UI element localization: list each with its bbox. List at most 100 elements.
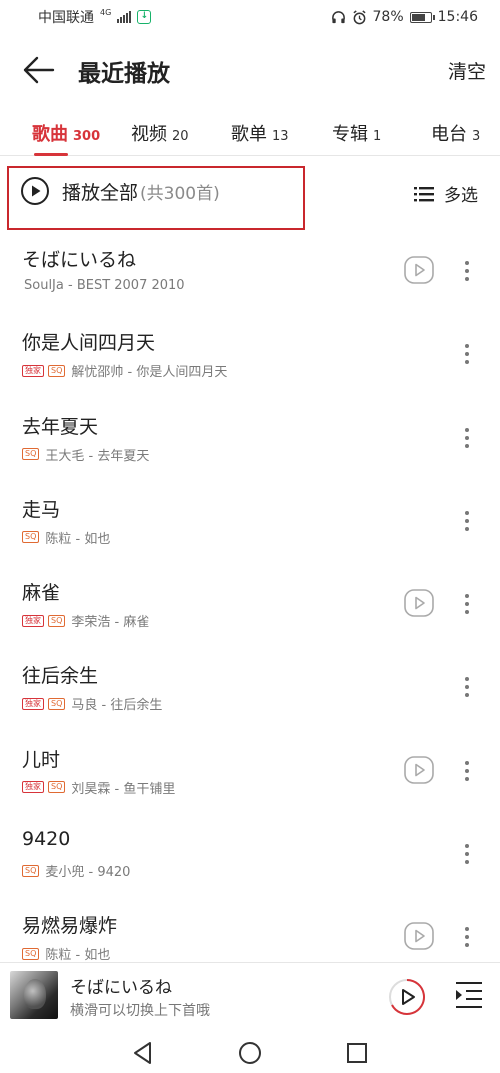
more-options-button[interactable] xyxy=(457,924,477,952)
song-item[interactable]: 走马 SQ 陈粒 - 如也 xyxy=(0,486,500,569)
navigation-bar xyxy=(0,1030,500,1073)
tab-bar: 歌曲 300 视频 20 歌单 13 专辑 1 电台 3 xyxy=(0,112,500,156)
page-title: 最近播放 xyxy=(78,61,170,87)
song-subtitle: 陈粒 - 如也 xyxy=(45,948,111,964)
more-options-button[interactable] xyxy=(457,425,477,453)
nav-home-button[interactable] xyxy=(237,1040,263,1070)
more-options-button[interactable] xyxy=(457,508,477,536)
song-meta: SQ 王大毛 - 去年夏天 xyxy=(22,445,149,464)
tab-videos[interactable]: 视频 20 xyxy=(131,120,189,146)
song-item[interactable]: 往后余生 独家 SQ 马良 - 往后余生 xyxy=(0,652,500,735)
song-item[interactable]: そばにいるね SoulJa - BEST 2007 2010 xyxy=(0,236,500,319)
tab-label: 视频 xyxy=(131,124,167,145)
now-playing-title: そばにいるね xyxy=(70,978,172,998)
signal-icon xyxy=(117,11,132,23)
sq-badge: SQ xyxy=(22,448,40,461)
song-subtitle: 解忧邵帅 - 你是人间四月天 xyxy=(71,365,228,381)
tab-count: 13 xyxy=(272,129,289,144)
song-subtitle: 马良 - 往后余生 xyxy=(71,698,163,714)
tab-songs[interactable]: 歌曲 300 xyxy=(32,120,100,146)
back-button[interactable] xyxy=(22,54,56,86)
tab-label: 专辑 xyxy=(332,124,368,145)
carrier-name: 中国联通 xyxy=(38,10,94,26)
dot xyxy=(465,427,469,432)
dot xyxy=(465,360,469,365)
song-subtitle: 王大毛 - 去年夏天 xyxy=(45,448,150,464)
mini-player[interactable]: そばにいるね 横滑可以切换上下首哦 xyxy=(0,962,500,1028)
song-meta: 独家 SQ 刘昊霖 - 鱼干铺里 xyxy=(22,778,175,797)
video-play-icon xyxy=(404,922,434,951)
album-art[interactable] xyxy=(10,971,58,1019)
exclusive-badge: 独家 xyxy=(22,364,44,377)
tab-label: 电台 xyxy=(431,124,467,145)
dot xyxy=(465,776,469,781)
song-title: 去年夏天 xyxy=(22,415,99,438)
more-options-button[interactable] xyxy=(457,591,477,619)
sq-badge: SQ xyxy=(48,781,66,794)
song-subtitle: 麦小兜 - 9420 xyxy=(45,865,131,881)
list-icon xyxy=(414,186,434,201)
more-options-button[interactable] xyxy=(457,758,477,786)
video-play-icon xyxy=(404,256,434,284)
song-item[interactable]: 9420 SQ 麦小兜 - 9420 xyxy=(0,819,500,902)
network-type: 4G xyxy=(100,8,112,17)
song-item[interactable]: 去年夏天 SQ 王大毛 - 去年夏天 xyxy=(0,403,500,486)
song-subtitle: 刘昊霖 - 鱼干铺里 xyxy=(71,781,176,797)
multi-select-button[interactable]: 多选 xyxy=(414,181,478,206)
exclusive-badge: 独家 xyxy=(22,614,44,627)
tab-albums[interactable]: 专辑 1 xyxy=(332,120,381,146)
song-meta: SoulJa - BEST 2007 2010 xyxy=(22,278,185,293)
song-subtitle: 李荣浩 - 麻雀 xyxy=(71,615,150,631)
dot xyxy=(465,935,469,940)
play-all-button[interactable]: 播放全部 (共300首) xyxy=(20,176,220,206)
tab-playlists[interactable]: 歌单 13 xyxy=(231,120,289,146)
song-title: 9420 xyxy=(22,828,71,851)
dot xyxy=(465,852,469,857)
dot xyxy=(465,927,469,932)
square-recents-icon xyxy=(347,1043,367,1063)
more-options-button[interactable] xyxy=(457,841,477,869)
dot xyxy=(465,768,469,773)
song-meta: SQ 陈粒 - 如也 xyxy=(22,528,110,547)
tab-radio[interactable]: 电台 3 xyxy=(431,120,480,146)
song-item[interactable]: 你是人间四月天 独家 SQ 解忧邵帅 - 你是人间四月天 xyxy=(0,319,500,402)
active-tab-indicator xyxy=(34,153,68,156)
song-title: 儿时 xyxy=(22,748,61,771)
headphones-icon xyxy=(331,10,345,23)
nav-recents-button[interactable] xyxy=(344,1040,370,1070)
mini-play-button[interactable] xyxy=(388,978,426,1020)
clock: 15:46 xyxy=(437,9,478,25)
song-meta: 独家 SQ 李荣浩 - 麻雀 xyxy=(22,611,149,630)
circle-home-icon xyxy=(239,1042,261,1064)
status-right: 78% 15:46 xyxy=(331,9,478,25)
dot xyxy=(465,943,469,948)
exclusive-badge: 独家 xyxy=(22,697,44,710)
video-play-icon xyxy=(404,589,434,617)
dot xyxy=(465,685,469,690)
song-meta: SQ 陈粒 - 如也 xyxy=(22,944,110,963)
dot xyxy=(465,677,469,682)
video-button[interactable] xyxy=(404,256,434,288)
sq-badge: SQ xyxy=(22,864,40,877)
sq-badge: SQ xyxy=(48,697,66,710)
tab-count: 20 xyxy=(172,129,189,144)
more-options-button[interactable] xyxy=(457,674,477,702)
song-subtitle: 陈粒 - 如也 xyxy=(45,531,111,547)
dot xyxy=(465,269,469,273)
more-options-button[interactable] xyxy=(457,341,477,369)
more-options-button[interactable] xyxy=(457,258,477,286)
video-button[interactable] xyxy=(404,589,434,621)
dot xyxy=(465,277,469,281)
video-button[interactable] xyxy=(404,922,434,954)
playlist-button[interactable] xyxy=(454,979,484,1015)
song-item[interactable]: 儿时 独家 SQ 刘昊霖 - 鱼干铺里 xyxy=(0,736,500,819)
tab-label: 歌单 xyxy=(231,124,267,145)
dot xyxy=(465,594,469,599)
dot xyxy=(465,435,469,440)
nav-back-button[interactable] xyxy=(130,1040,156,1070)
now-playing-hint: 横滑可以切换上下首哦 xyxy=(70,1003,210,1019)
tab-count: 3 xyxy=(472,129,481,144)
song-item[interactable]: 麻雀 独家 SQ 李荣浩 - 麻雀 xyxy=(0,569,500,652)
clear-button[interactable]: 清空 xyxy=(448,57,486,84)
video-button[interactable] xyxy=(404,755,434,788)
